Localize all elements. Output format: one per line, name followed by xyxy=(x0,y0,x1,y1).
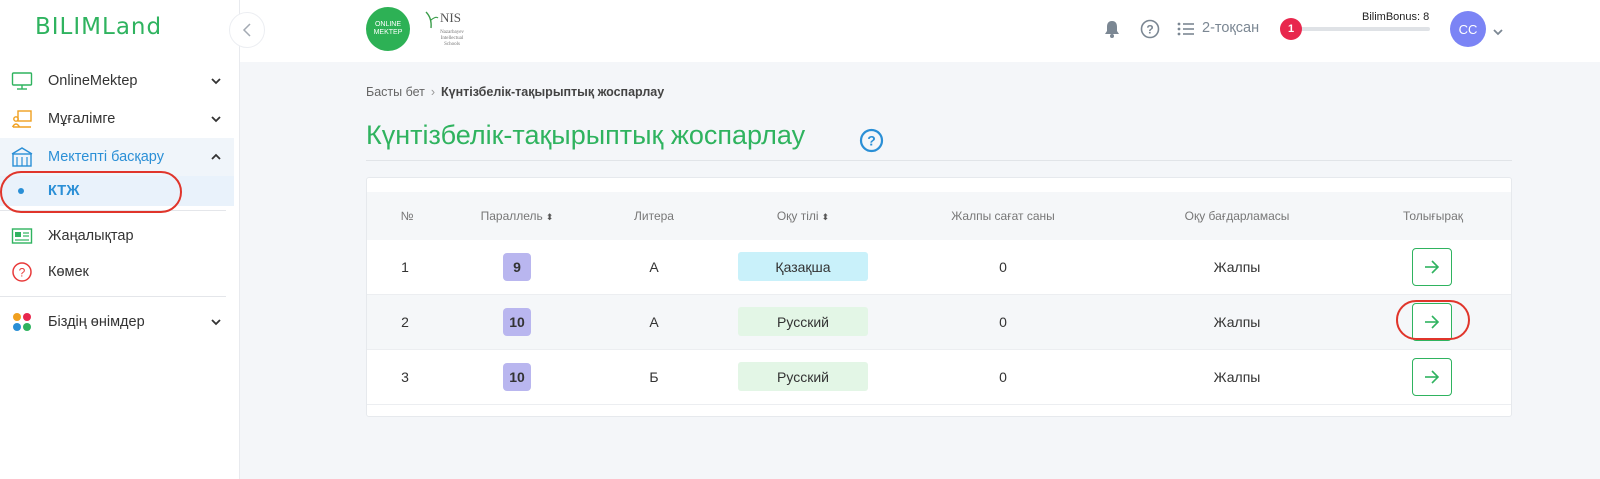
sidebar-divider xyxy=(0,210,226,211)
nis-logo[interactable]: NIS Nazarbayev Intellectual Schools xyxy=(420,8,470,52)
quarter-selector[interactable]: 2-тоқсан xyxy=(1202,20,1259,36)
column-header-total-hours: Жалпы сағат саны xyxy=(951,209,1055,223)
column-header-program: Оқу бағдарламасы xyxy=(1184,209,1290,223)
nis-bird-icon xyxy=(425,11,439,29)
cell-num: 2 xyxy=(401,314,409,330)
cell-parallel-badge: 10 xyxy=(503,308,531,336)
sidebar-item-label: Жаңалықтар xyxy=(48,228,134,244)
svg-text:?: ? xyxy=(19,266,26,280)
sidebar: BILIMLand OnlineMektep Мұғалімге Мектепт… xyxy=(0,0,240,479)
sidebar-item-label: OnlineMektep xyxy=(48,73,138,89)
sidebar-item-onlinemektep[interactable]: OnlineMektep xyxy=(0,62,234,100)
bell-icon[interactable] xyxy=(1102,19,1122,39)
sidebar-item-our-products[interactable]: Біздің өнімдер xyxy=(0,303,234,341)
open-details-button[interactable] xyxy=(1412,303,1452,341)
arrow-right-icon xyxy=(1425,260,1440,274)
breadcrumb-home-link[interactable]: Басты бет xyxy=(366,85,425,99)
monitor-icon xyxy=(10,70,34,92)
top-header: ONLINE MEKTEP NIS Nazarbayev Intellectua… xyxy=(240,0,1600,62)
breadcrumb-separator-icon: › xyxy=(430,85,436,99)
om-logo-line2: MEKTEP xyxy=(373,29,403,36)
cell-language-badge: Қазақша xyxy=(738,252,868,281)
page-title: Күнтізбелік-тақырыптық жоспарлау xyxy=(366,120,806,150)
sidebar-item-school-management[interactable]: Мектепті басқару xyxy=(0,138,234,176)
cell-program: Жалпы xyxy=(1213,259,1261,275)
column-header-label: Оқу тілі xyxy=(776,209,819,223)
chevron-down-icon[interactable] xyxy=(1492,24,1504,36)
sidebar-subitem-label: КТЖ xyxy=(48,183,80,199)
svg-text:?: ? xyxy=(867,133,876,149)
column-header-num: № xyxy=(400,209,414,223)
help-circle-icon[interactable]: ? xyxy=(859,128,884,153)
bullet-dot-icon xyxy=(18,188,24,194)
sidebar-item-help[interactable]: ? Көмек xyxy=(0,253,234,291)
bilimbonus-label: BilimBonus: 8 xyxy=(1362,11,1430,23)
sidebar-item-label: Мұғалімге xyxy=(48,111,116,127)
nis-logo-subtext: Nazarbayev Intellectual Schools xyxy=(440,30,464,47)
svg-text:?: ? xyxy=(1146,23,1153,37)
column-header-parallel[interactable]: Параллель ⬍ xyxy=(481,209,554,223)
chevron-down-icon xyxy=(209,74,223,88)
table-row: 2 10 А Русский 0 Жалпы xyxy=(367,295,1511,349)
cell-language-badge: Русский xyxy=(738,362,868,391)
bilimland-logo[interactable]: BILIMLand xyxy=(35,14,162,40)
ktzh-table: № Параллель ⬍ Литера Оқу тілі ⬍ Жалпы саға… xyxy=(366,177,1512,417)
open-details-button[interactable] xyxy=(1412,358,1452,396)
cell-num: 1 xyxy=(401,259,409,275)
sort-icon: ⬍ xyxy=(821,212,830,222)
om-logo-line1: ONLINE xyxy=(374,21,402,28)
title-underline xyxy=(366,160,1512,161)
cell-program: Жалпы xyxy=(1213,369,1261,385)
newspaper-icon xyxy=(10,225,34,247)
cell-total-hours: 0 xyxy=(999,259,1007,275)
column-header-label: Параллель xyxy=(480,209,543,223)
onlinemektep-logo[interactable]: ONLINE MEKTEP xyxy=(366,7,410,51)
sidebar-item-label: Біздің өнімдер xyxy=(48,314,145,330)
sidebar-divider xyxy=(0,296,226,297)
row-divider xyxy=(367,404,1511,405)
cell-litera: А xyxy=(649,259,659,275)
arrow-right-icon xyxy=(1425,315,1440,329)
cell-litera: А xyxy=(649,314,659,330)
table-row: 3 10 Б Русский 0 Жалпы xyxy=(367,350,1511,404)
chevron-down-icon xyxy=(209,315,223,329)
chevron-down-icon xyxy=(209,112,223,126)
sidebar-item-news[interactable]: Жаңалықтар xyxy=(0,217,234,255)
breadcrumb: Басты бет › Күнтізбелік-тақырыптық жоспарл… xyxy=(366,85,664,99)
arrow-right-icon xyxy=(1425,370,1440,384)
school-building-icon xyxy=(10,146,34,168)
cell-num: 3 xyxy=(401,369,409,385)
column-header-litera: Литера xyxy=(634,209,674,223)
teacher-board-icon xyxy=(10,108,34,130)
column-header-more: Толығырақ xyxy=(1402,209,1464,223)
nis-logo-text: NIS xyxy=(440,10,461,25)
open-details-button[interactable] xyxy=(1412,248,1452,286)
cell-total-hours: 0 xyxy=(999,369,1007,385)
sidebar-item-label: Көмек xyxy=(48,264,89,280)
breadcrumb-current: Күнтізбелік-тақырыптық жоспарлау xyxy=(441,85,665,99)
cell-parallel-badge: 9 xyxy=(503,253,531,281)
sidebar-item-teacher[interactable]: Мұғалімге xyxy=(0,100,234,138)
bilimbonus-level-badge: 1 xyxy=(1280,18,1302,40)
cell-parallel-badge: 10 xyxy=(503,363,531,391)
help-circle-icon[interactable]: ? xyxy=(1140,19,1160,39)
products-grid-icon xyxy=(10,311,34,333)
cell-language-badge: Русский xyxy=(738,307,868,336)
sidebar-subitem-ktzh[interactable]: КТЖ xyxy=(0,176,234,206)
user-avatar[interactable]: CC xyxy=(1450,11,1486,47)
sort-icon: ⬍ xyxy=(545,212,554,222)
chevron-left-icon xyxy=(242,23,251,37)
column-header-language[interactable]: Оқу тілі ⬍ xyxy=(777,209,829,223)
sidebar-item-label: Мектепті басқару xyxy=(48,149,164,165)
bilimbonus-progress-bar xyxy=(1290,27,1430,31)
list-icon[interactable] xyxy=(1176,19,1196,39)
cell-litera: Б xyxy=(649,369,659,385)
cell-total-hours: 0 xyxy=(999,314,1007,330)
chevron-up-icon xyxy=(209,150,223,164)
help-circle-icon: ? xyxy=(10,261,34,283)
sidebar-collapse-button[interactable] xyxy=(229,12,265,48)
cell-program: Жалпы xyxy=(1213,314,1261,330)
table-row: 1 9 А Қазақша 0 Жалпы xyxy=(367,240,1511,294)
